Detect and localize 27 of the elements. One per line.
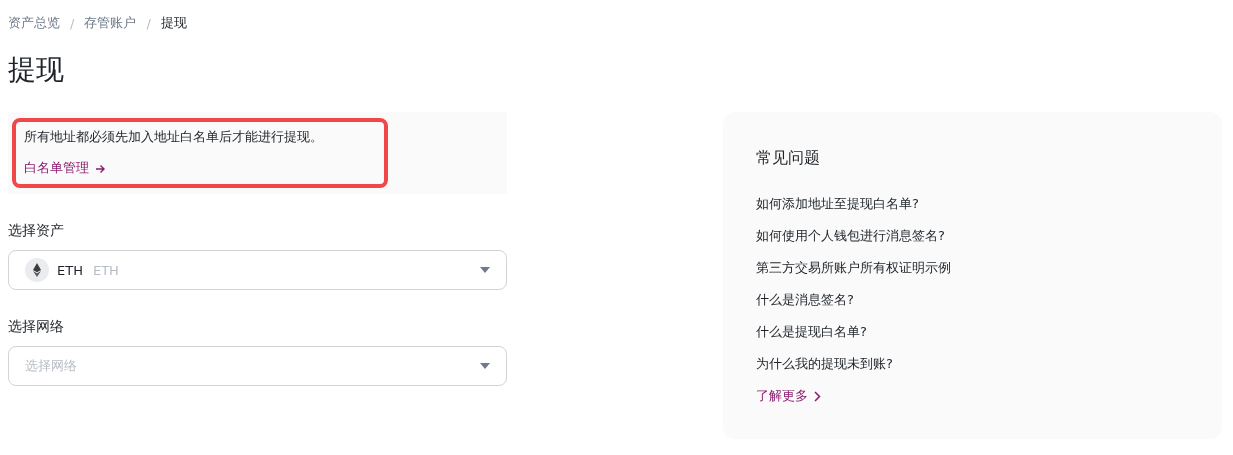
faq-link[interactable]: 如何添加地址至提现白名单? — [756, 195, 919, 213]
faq-title: 常见问题 — [756, 148, 821, 169]
chevron-right-icon — [814, 390, 821, 402]
breadcrumb-link[interactable]: 存管账户 — [84, 14, 137, 32]
ethereum-icon — [25, 258, 49, 282]
selected-value: ETH — [57, 262, 83, 278]
caret-icon — [480, 267, 490, 273]
breadcrumb-separator: / — [70, 15, 75, 31]
asset-name: ETH — [92, 262, 119, 278]
breadcrumb-link[interactable]: 提现 — [160, 14, 187, 32]
faq-link[interactable]: 什么是提现白名单? — [756, 323, 867, 341]
faq-link[interactable]: 如何使用个人钱包进行消息签名? — [756, 227, 945, 245]
faq-link[interactable]: 什么是消息签名? — [756, 291, 854, 309]
learn-more-link[interactable]: 了解更多 — [756, 387, 821, 405]
page-title: 提现 — [8, 52, 65, 88]
caret-icon — [480, 363, 490, 369]
breadcrumb-link[interactable]: 资产总览 — [8, 14, 60, 32]
field-label: 选择网络 — [8, 318, 65, 336]
notice-text: 所有地址都必须先加入地址白名单后才能进行提现。 — [24, 129, 324, 146]
whitelist-link[interactable]: 白名单管理 — [24, 160, 106, 177]
faq-link[interactable]: 第三方交易所账户所有权证明示例 — [756, 259, 951, 277]
field-label: 选择资产 — [8, 222, 65, 240]
breadcrumb-separator: / — [146, 15, 151, 31]
arrow-right-icon — [95, 163, 106, 174]
placeholder-text: 选择网络 — [25, 357, 77, 375]
faq-link[interactable]: 为什么我的提现未到账? — [756, 355, 893, 373]
select-field[interactable]: ETH ETH — [8, 250, 507, 290]
